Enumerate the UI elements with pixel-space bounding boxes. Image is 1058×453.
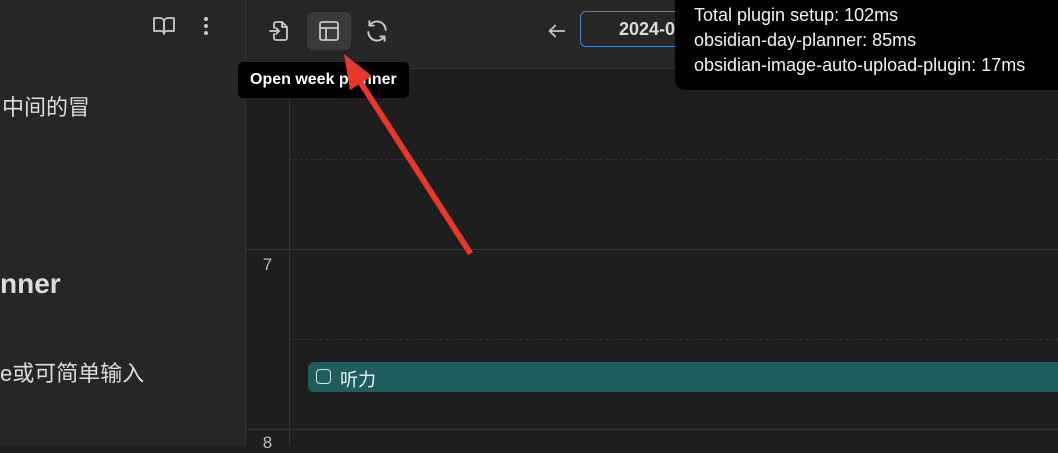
open-week-planner-button[interactable] bbox=[307, 12, 351, 50]
half-hour-line bbox=[290, 159, 1058, 160]
tooltip-open-week-planner: Open week planner bbox=[238, 62, 409, 98]
hour-separator bbox=[246, 249, 290, 250]
notice-line: obsidian-image-auto-upload-plugin: 17ms bbox=[694, 55, 1026, 75]
refresh-icon bbox=[367, 20, 387, 42]
notice-line: Total plugin setup: 102ms bbox=[694, 5, 899, 25]
note-heading: nner bbox=[0, 268, 61, 299]
task-block[interactable]: 听力 bbox=[308, 362, 1058, 392]
hour-label: 8 bbox=[262, 433, 273, 452]
arrow-left-icon bbox=[548, 24, 566, 38]
refresh-button[interactable] bbox=[355, 12, 399, 50]
notice-line: obsidian-day-planner: 85ms bbox=[694, 30, 917, 50]
hour-line bbox=[290, 429, 1058, 430]
more-options-icon[interactable] bbox=[194, 12, 218, 40]
reading-view-book-icon[interactable] bbox=[150, 12, 178, 40]
file-import-icon bbox=[269, 21, 288, 41]
startup-notice-popup[interactable]: Total plugin setup: 102ms obsidian-day-p… bbox=[675, 0, 1058, 90]
task-checkbox[interactable] bbox=[316, 369, 331, 384]
note-text-line: e或可简单输入 bbox=[0, 361, 145, 386]
half-hour-line bbox=[290, 339, 1058, 340]
previous-day-button[interactable] bbox=[535, 12, 579, 50]
task-title: 听力 bbox=[340, 370, 376, 390]
left-note-pane: 中间的冒 nner e或可简单输入 bbox=[0, 0, 246, 446]
hour-line bbox=[290, 249, 1058, 250]
open-today-button[interactable] bbox=[258, 12, 302, 50]
note-text-line: 中间的冒 bbox=[2, 95, 91, 120]
hour-separator bbox=[246, 429, 290, 430]
layout-table-icon bbox=[319, 21, 339, 41]
hour-label: 7 bbox=[262, 255, 273, 274]
